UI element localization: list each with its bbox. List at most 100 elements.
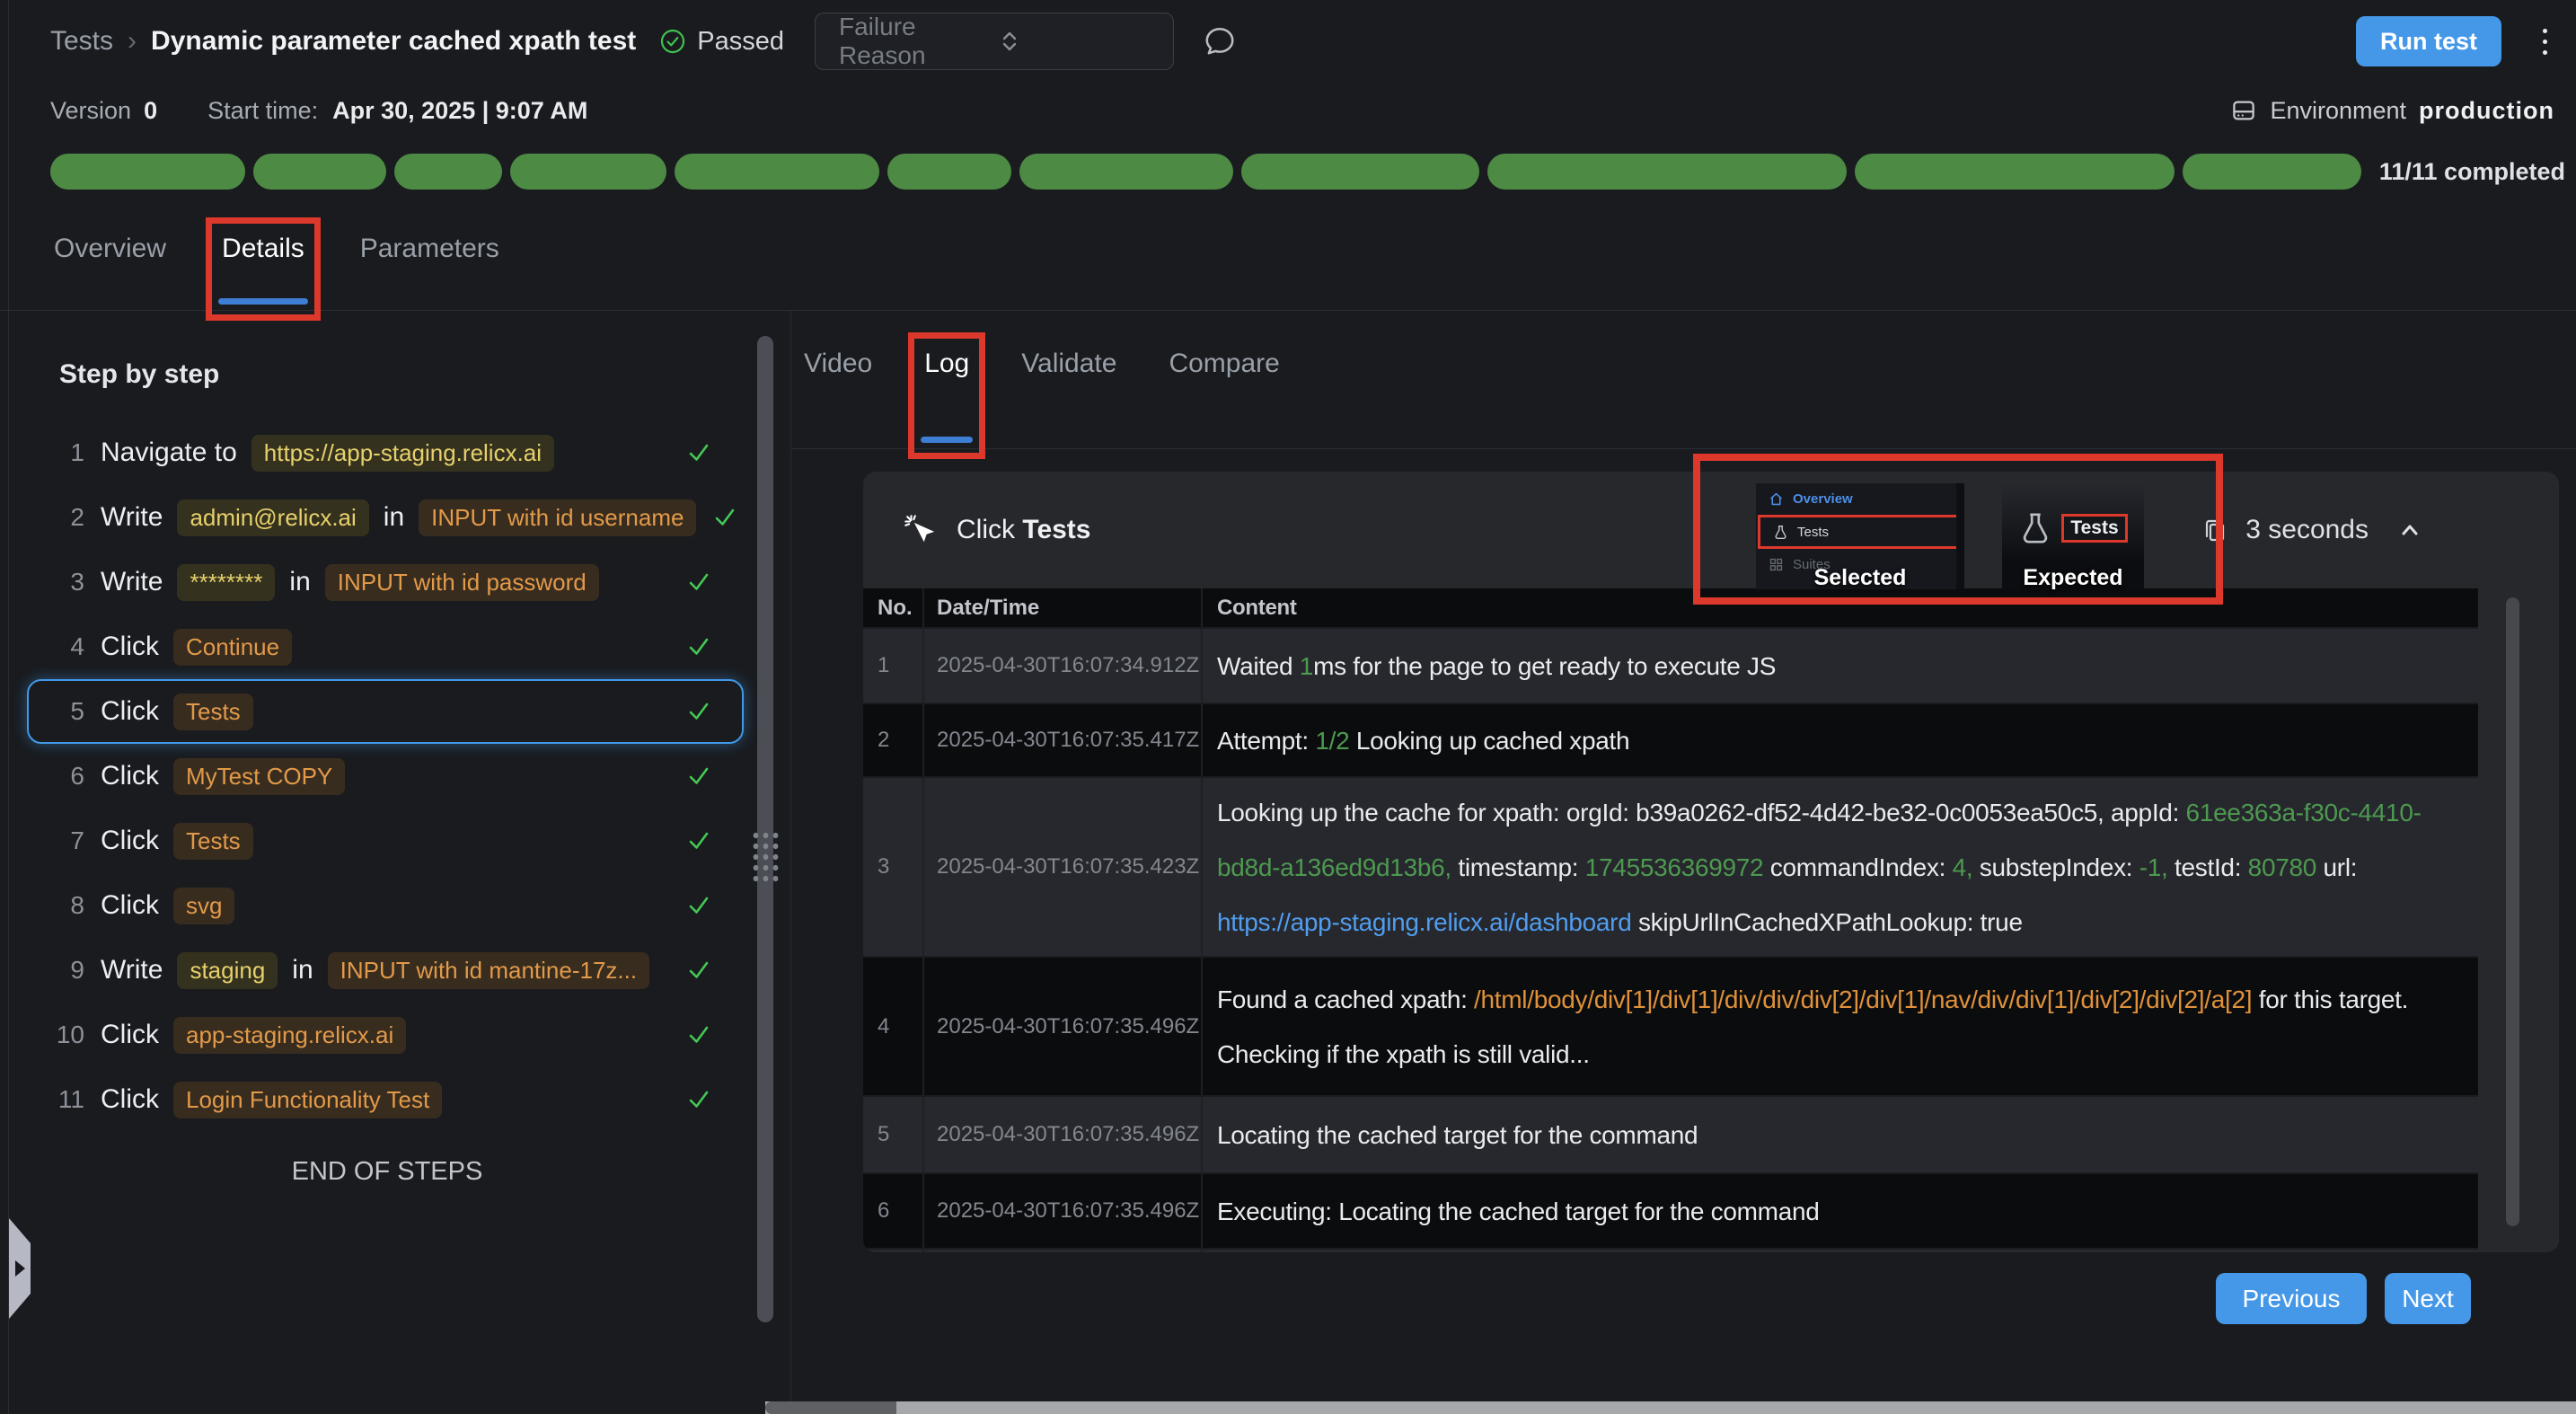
horizontal-scrollbar-thumb[interactable] — [765, 1401, 896, 1414]
step-number: 7 — [47, 826, 84, 855]
step-action-text: Click — [101, 696, 159, 727]
step-row-7[interactable]: 7ClickTests — [27, 809, 744, 873]
more-options-kebab-icon[interactable] — [2537, 23, 2553, 60]
step-action-text: Write — [101, 502, 163, 533]
log-text: url: — [2316, 853, 2357, 881]
failure-reason-placeholder: Failure Reason — [839, 13, 998, 70]
steps-list: 1Navigate tohttps://app-staging.relicx.a… — [27, 420, 747, 1132]
progress-segment[interactable] — [2183, 154, 2361, 190]
tab-label: Overview — [54, 234, 166, 263]
comment-bubble-icon[interactable] — [1203, 24, 1237, 58]
status-badge: Passed — [659, 27, 784, 57]
log-row-timestamp: 2025-04-30T16:07:35.496Z — [924, 958, 1203, 1095]
progress-segment[interactable] — [253, 154, 387, 190]
step-row-8[interactable]: 8Clicksvg — [27, 873, 744, 938]
step-row-9[interactable]: 9WritestaginginINPUT with id mantine-17z… — [27, 938, 744, 1003]
log-table-row: 62025-04-30T16:07:35.496ZExecuting: Loca… — [863, 1174, 2478, 1250]
panel-resize-handle[interactable] — [751, 830, 781, 882]
progress-segment[interactable] — [510, 154, 666, 190]
step-action-text: Click — [101, 890, 159, 921]
tab-label: Parameters — [360, 234, 499, 263]
step-row-4[interactable]: 4ClickContinue — [27, 614, 744, 679]
log-text: 1/2 — [1315, 727, 1349, 755]
progress-segment[interactable] — [1855, 154, 2175, 190]
log-step-title: Click Tests — [957, 515, 1091, 545]
expected-target-highlight: Tests — [2061, 514, 2127, 543]
log-text: 1745536369972 — [1585, 853, 1764, 881]
step-nav-buttons: Previous Next — [2216, 1273, 2471, 1324]
steps-panel-title: Step by step — [59, 359, 747, 390]
horizontal-scrollbar[interactable] — [765, 1401, 2576, 1414]
progress-segment[interactable] — [50, 154, 245, 190]
log-row-content: Looking up the cache for xpath: orgId: b… — [1203, 778, 2478, 957]
step-target-badge: Tests — [173, 823, 253, 860]
log-row-number: 1 — [863, 629, 924, 703]
log-panel: VideoLogValidateCompare Click Tests 3 se… — [790, 311, 2576, 1414]
failure-reason-select[interactable]: Failure Reason — [815, 13, 1174, 70]
progress-segment[interactable] — [394, 154, 502, 190]
step-target-badge: Login Functionality Test — [173, 1082, 442, 1118]
active-tab-underline — [218, 298, 308, 305]
step-row-5[interactable]: 5 Click Tests — [27, 679, 744, 744]
expected-screenshot-thumbnail[interactable]: Tests Expected — [2002, 483, 2144, 589]
log-table-row: 22025-04-30T16:07:35.417ZAttempt: 1/2 Lo… — [863, 704, 2478, 778]
progress-segment[interactable] — [675, 154, 879, 190]
log-row-content: Found a cached xpath: /html/body/div[1]/… — [1203, 965, 2478, 1089]
run-test-button[interactable]: Run test — [2356, 16, 2501, 66]
step-number: 10 — [47, 1021, 84, 1049]
tab-overview[interactable]: Overview — [52, 230, 168, 310]
step-row-11[interactable]: 11ClickLogin Functionality Test — [27, 1067, 744, 1132]
mini-nav-tests-label: Tests — [1797, 525, 1829, 540]
step-target-badge: Tests — [173, 694, 253, 730]
log-text: Locating the cached target for the comma… — [1217, 1121, 1698, 1149]
step-row-10[interactable]: 10Clickapp-staging.relicx.ai — [27, 1003, 744, 1067]
log-tab-compare[interactable]: Compare — [1167, 345, 1281, 448]
breadcrumb-tests-link[interactable]: Tests — [50, 26, 113, 57]
chevron-up-icon[interactable] — [2395, 516, 2424, 544]
progress-segment[interactable] — [887, 154, 1011, 190]
log-link[interactable]: https://app-staging.relicx.ai/dashboard — [1217, 908, 1631, 936]
check-icon — [684, 1085, 713, 1114]
col-header-no: No. — [863, 588, 924, 627]
step-number: 6 — [47, 762, 84, 791]
step-target-badge: INPUT with id password — [325, 564, 599, 601]
log-text: 1 — [1300, 652, 1313, 680]
version-label: Version — [50, 97, 131, 125]
selected-screenshot-thumbnail[interactable]: Overview Tests Suites Selecte — [1756, 483, 1964, 589]
progress-row: 11/11 completed — [0, 138, 2576, 205]
next-button[interactable]: Next — [2385, 1273, 2471, 1324]
previous-button[interactable]: Previous — [2216, 1273, 2367, 1324]
log-text: Looking up cached xpath — [1349, 727, 1629, 755]
progress-segment[interactable] — [1241, 154, 1478, 190]
tab-parameters[interactable]: Parameters — [358, 230, 501, 310]
app-root: Tests › Dynamic parameter cached xpath t… — [0, 0, 2576, 1414]
log-view-tabs: Video Log Validate Compare — [791, 311, 2576, 449]
progress-completed-text: 11/11 completed — [2379, 158, 2565, 186]
log-text: Looking up the cache for xpath: orgId: b… — [1217, 799, 2186, 826]
flask-icon — [1773, 525, 1788, 540]
log-table-scrollbar[interactable] — [2506, 597, 2519, 1226]
check-icon — [684, 826, 713, 855]
log-text: Waited — [1217, 652, 1300, 680]
step-action-text: Click — [101, 761, 159, 791]
progress-segment[interactable] — [1487, 154, 1847, 190]
log-tab-validate[interactable]: Validate — [1019, 345, 1118, 448]
end-of-steps-label: END OF STEPS — [27, 1157, 747, 1187]
log-tab-log[interactable]: Log — [922, 345, 971, 448]
step-row-1[interactable]: 1Navigate tohttps://app-staging.relicx.a… — [27, 420, 744, 485]
step-url-badge: https://app-staging.relicx.ai — [251, 435, 554, 472]
steps-panel-scrollbar[interactable] — [757, 336, 773, 1322]
step-url-badge: ******** — [177, 564, 275, 601]
step-row-2[interactable]: 2Writeadmin@relicx.aiinINPUT with id use… — [27, 485, 744, 550]
mini-nav-overview: Overview — [1756, 483, 1964, 515]
step-number: 5 — [47, 697, 84, 726]
check-icon — [684, 956, 713, 985]
annotation-box: Overview Tests Suites Selecte — [1693, 454, 2223, 605]
log-tab-video[interactable]: Video — [802, 345, 874, 448]
tab-details[interactable]: Details — [220, 230, 306, 310]
step-target-badge: INPUT with id username — [419, 499, 696, 536]
step-row-3[interactable]: 3Write********inINPUT with id password — [27, 550, 744, 614]
step-action-text: Click — [101, 632, 159, 662]
step-row-6[interactable]: 6ClickMyTest COPY — [27, 744, 744, 809]
progress-segment[interactable] — [1019, 154, 1234, 190]
